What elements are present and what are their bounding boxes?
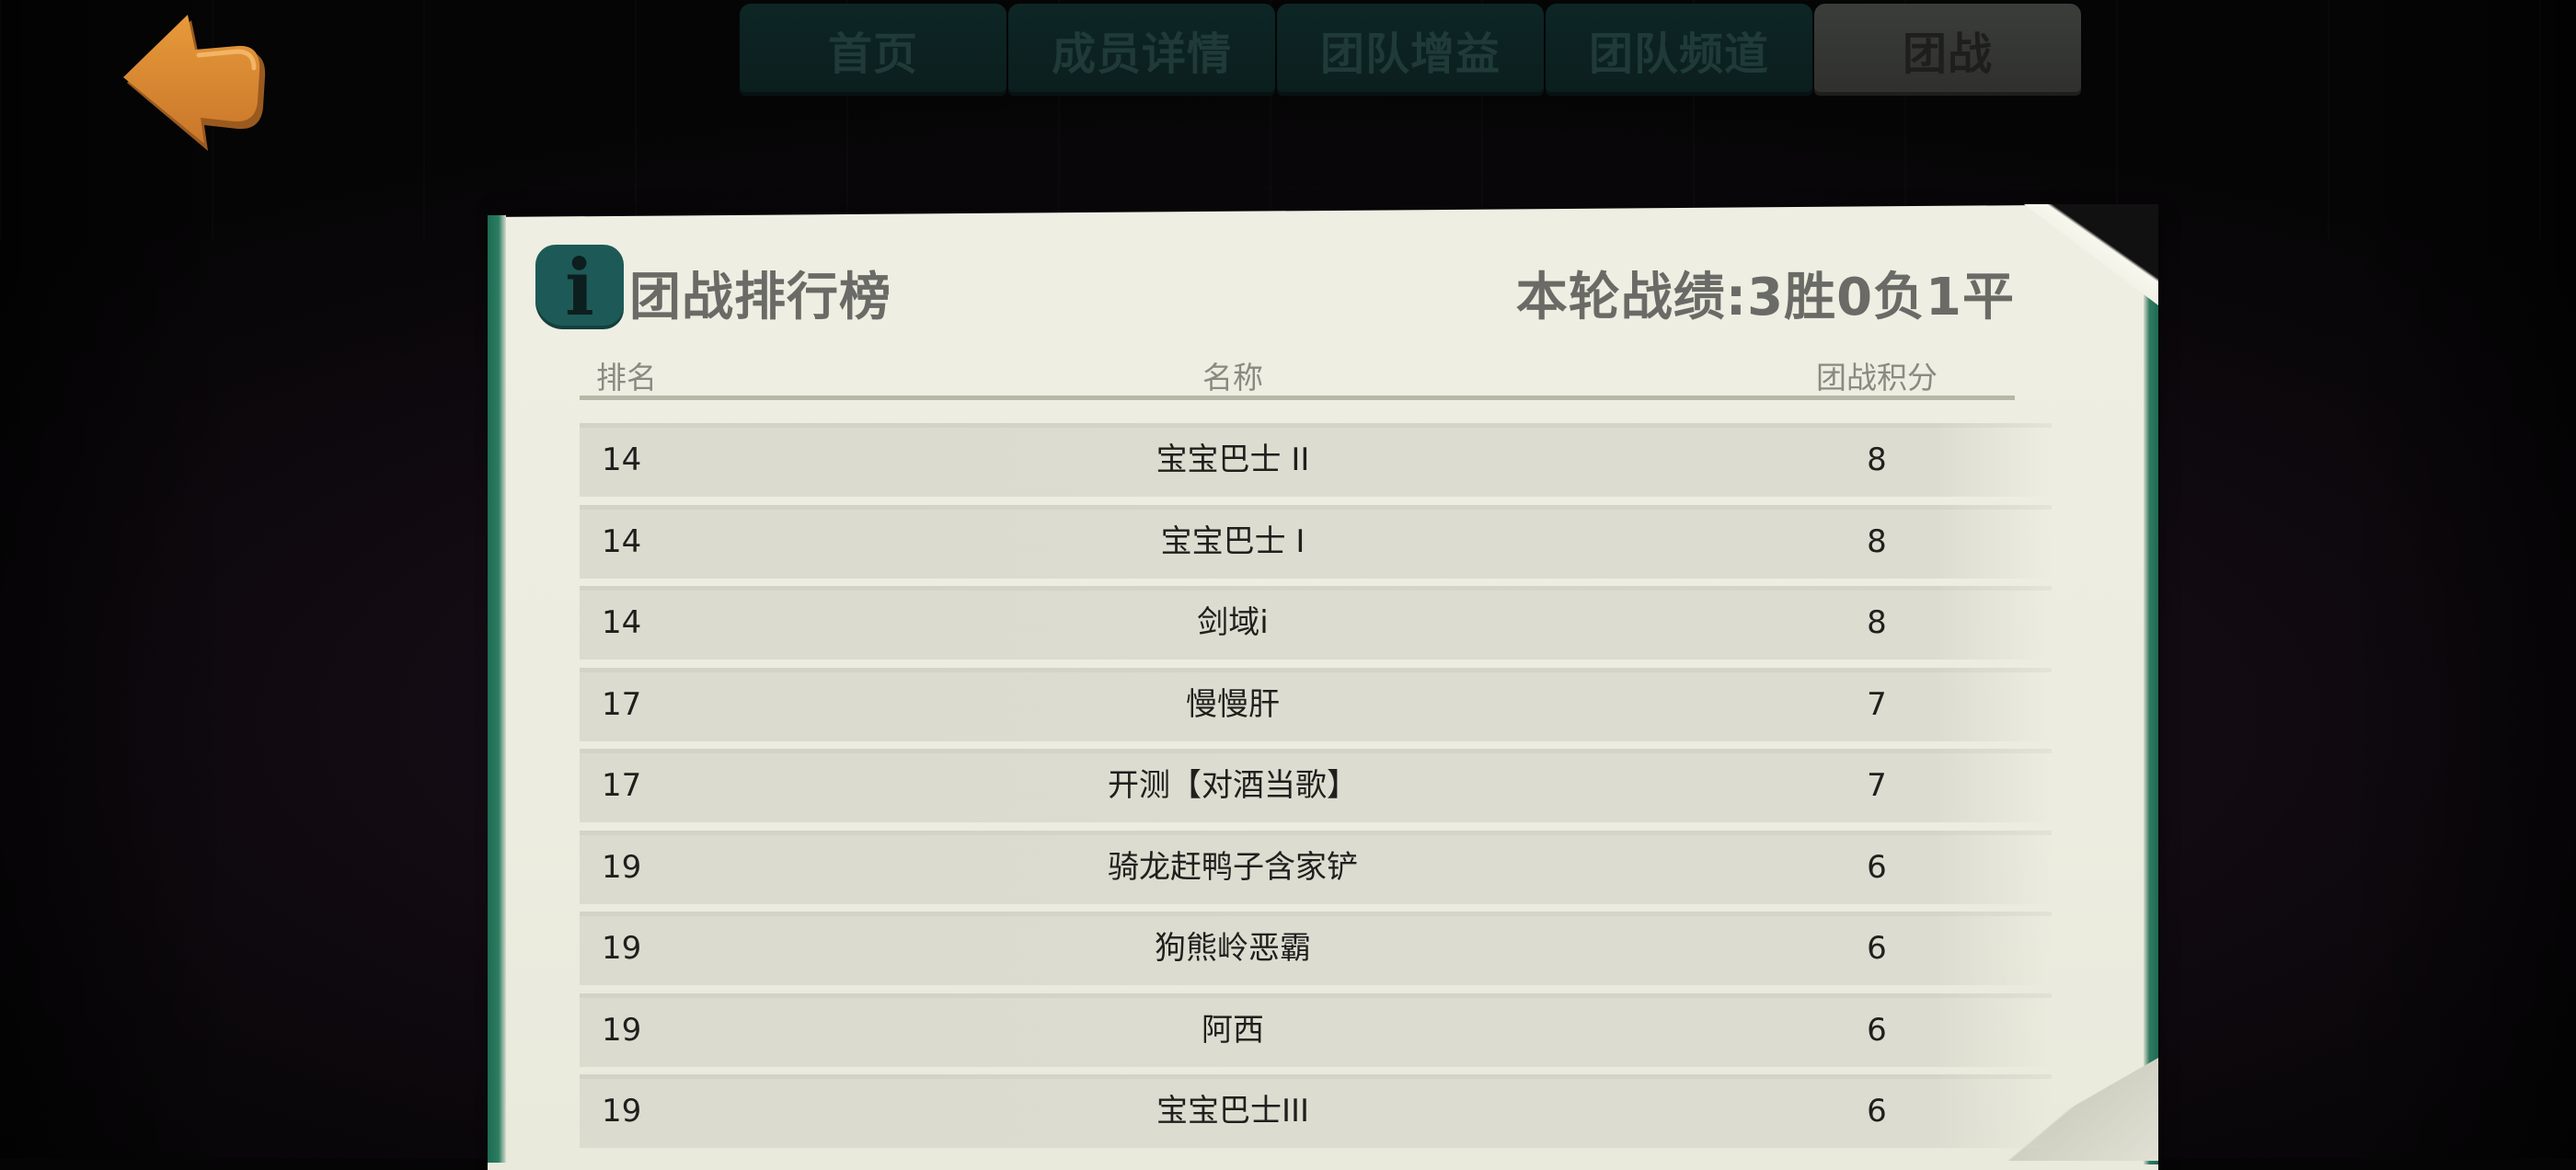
row-name: 剑域i: [1197, 604, 1269, 641]
table-row[interactable]: 19 狗熊岭恶霸 6: [580, 912, 2052, 985]
row-name: 狗熊岭恶霸: [1155, 930, 1311, 967]
table-row[interactable]: 19 阿西 6: [580, 992, 2052, 1067]
table-row[interactable]: 14 剑域i 8: [580, 586, 2052, 660]
row-score: 6: [1867, 930, 1887, 967]
top-tab-bar: 首页 成员详情 团队增益 团队频道 团战: [740, 4, 2083, 98]
row-score: 8: [1867, 604, 1887, 641]
header-divider: [580, 396, 2015, 400]
tab-team-battle[interactable]: 团战: [1814, 4, 2081, 96]
row-name: 宝宝巴士 I: [1160, 522, 1305, 560]
leaderboard-list[interactable]: 14 宝宝巴士 II 8 14 宝宝巴士 I 8 14 剑域i 8 17 慢慢肝…: [580, 423, 2052, 1156]
round-record: 本轮战绩:3胜0负1平: [1515, 268, 2015, 327]
column-header-score: 团战积分: [1816, 360, 1938, 396]
tab-team-buffs[interactable]: 团队增益: [1277, 4, 1544, 96]
row-name: 开测【对酒当歌】: [1108, 767, 1358, 804]
column-header-name: 名称: [1202, 360, 1263, 396]
tab-team-channel[interactable]: 团队频道: [1546, 4, 1812, 96]
row-name: 阿西: [1202, 1011, 1264, 1049]
table-row[interactable]: 17 开测【对酒当歌】 7: [580, 749, 2052, 822]
back-button[interactable]: [120, 11, 276, 158]
back-arrow-icon: [123, 15, 266, 151]
table-header: 排名 名称 团战积分: [580, 353, 2015, 396]
info-icon: i: [535, 245, 624, 327]
tab-home[interactable]: 首页: [740, 4, 1006, 96]
table-row[interactable]: 14 宝宝巴士 II 8: [580, 423, 2052, 497]
row-score: 8: [1867, 522, 1887, 560]
row-name: 宝宝巴士 II: [1156, 442, 1310, 478]
row-score: 8: [1867, 442, 1887, 478]
row-name: 宝宝巴士III: [1156, 1093, 1310, 1130]
table-row[interactable]: 17 慢慢肝 7: [580, 667, 2052, 741]
panel-title: 团战排行榜: [629, 268, 891, 327]
row-score: 6: [1867, 1093, 1887, 1130]
table-row[interactable]: 19 骑龙赶鸭子含家铲 6: [580, 830, 2052, 904]
table-row[interactable]: 14 宝宝巴士 I 8: [580, 504, 2052, 579]
row-score: 6: [1867, 848, 1887, 886]
tab-member-details[interactable]: 成员详情: [1008, 4, 1275, 96]
table-row[interactable]: 19 宝宝巴士III 6: [580, 1074, 2052, 1148]
row-score: 7: [1867, 685, 1887, 723]
row-score: 6: [1867, 1011, 1887, 1049]
panel-right-edge: [2144, 208, 2158, 1164]
row-score: 7: [1867, 767, 1887, 804]
panel-left-edge: [488, 215, 506, 1163]
row-name: 骑龙赶鸭子含家铲: [1108, 848, 1358, 886]
row-name: 慢慢肝: [1186, 685, 1280, 723]
